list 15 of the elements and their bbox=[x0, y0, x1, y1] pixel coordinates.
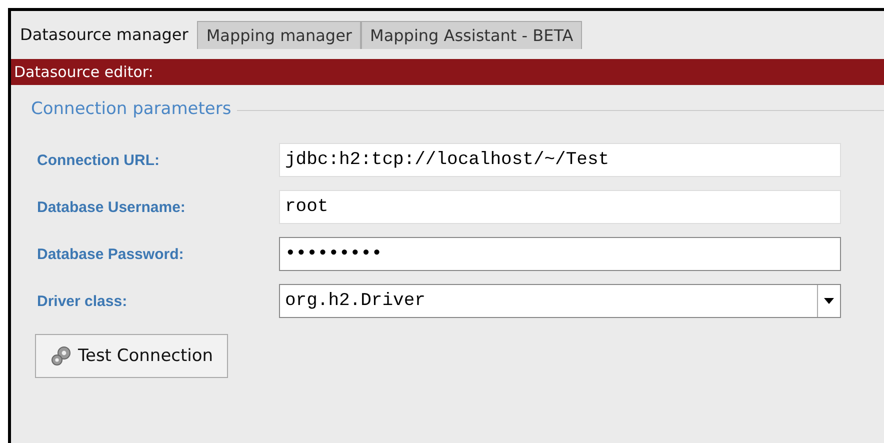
test-connection-button[interactable]: Test Connection bbox=[35, 334, 228, 378]
input-field[interactable]: root bbox=[279, 190, 841, 224]
tab[interactable]: Mapping Assistant - BETA bbox=[361, 21, 582, 49]
group-title: Connection parameters bbox=[30, 98, 232, 121]
field-label: Database Password: bbox=[37, 246, 185, 262]
caret-icon bbox=[824, 298, 834, 304]
tab[interactable]: Mapping manager bbox=[197, 21, 362, 49]
password-field[interactable]: ••••••••• bbox=[279, 237, 841, 271]
field-label: Connection URL: bbox=[37, 152, 160, 168]
field-label: Driver class: bbox=[37, 292, 128, 310]
editor-header: Datasource editor: bbox=[11, 59, 884, 85]
gears-icon bbox=[50, 345, 72, 367]
field-label: Database Username: bbox=[37, 198, 186, 216]
dropdown[interactable]: org.h2.Driver bbox=[279, 284, 841, 318]
input-field[interactable]: jdbc:h2:tcp://localhost/~/Test bbox=[279, 143, 841, 177]
